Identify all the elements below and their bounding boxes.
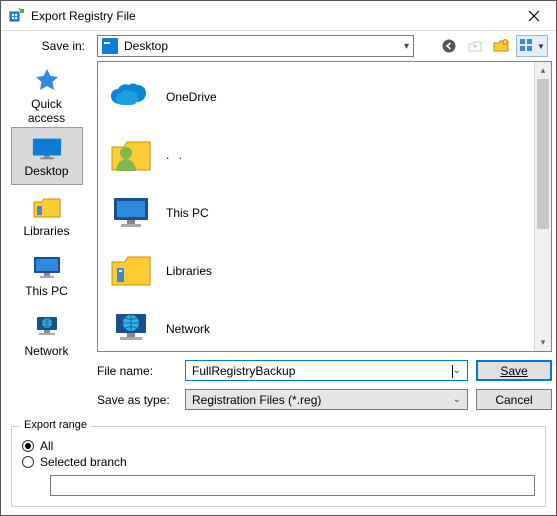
network-icon: [108, 306, 154, 352]
list-item-label: Libraries: [166, 264, 212, 278]
saveastype-value: Registration Files (*.reg): [192, 393, 321, 407]
desktop-icon: [31, 135, 63, 161]
list-item-label: . .: [166, 148, 185, 162]
toolbar: Save in: Desktop ▾ ▼: [1, 31, 556, 61]
filename-label: File name:: [97, 364, 177, 378]
filename-combo[interactable]: ⌄: [185, 360, 468, 381]
radio-selected-branch-label: Selected branch: [40, 455, 127, 469]
chevron-down-icon[interactable]: ⌄: [453, 365, 461, 376]
filename-input[interactable]: [192, 364, 452, 378]
savein-combo[interactable]: Desktop ▾: [97, 35, 414, 57]
cancel-button[interactable]: Cancel: [476, 389, 552, 410]
sidebar-item-thispc[interactable]: This PC: [11, 247, 83, 305]
saveastype-label: Save as type:: [97, 393, 177, 407]
sidebar-item-label: Network: [24, 344, 68, 358]
scrollbar[interactable]: ▴ ▾: [534, 62, 551, 351]
sidebar-item-network[interactable]: Network: [11, 307, 83, 365]
export-range-legend: Export range: [20, 419, 91, 431]
scroll-down-icon[interactable]: ▾: [535, 334, 551, 351]
sidebar-item-desktop[interactable]: Desktop: [11, 127, 83, 185]
onedrive-icon: [108, 74, 154, 120]
chevron-down-icon: ▾: [404, 41, 409, 52]
savein-label: Save in:: [1, 39, 93, 53]
regedit-icon: [9, 8, 25, 24]
thispc-icon: [31, 255, 63, 281]
libraries-icon: [31, 195, 63, 221]
back-button[interactable]: [438, 35, 460, 57]
savein-value: Desktop: [124, 39, 168, 53]
list-item-label: OneDrive: [166, 90, 217, 104]
titlebar: Export Registry File: [1, 1, 556, 31]
list-item[interactable]: This PC: [102, 184, 530, 242]
radio-icon: [22, 440, 34, 452]
close-button[interactable]: [511, 1, 556, 30]
selected-branch-input[interactable]: [50, 475, 535, 496]
thispc-icon: [108, 190, 154, 236]
chevron-down-icon[interactable]: ⌄: [453, 394, 461, 405]
radio-icon: [22, 456, 34, 468]
scroll-up-icon[interactable]: ▴: [535, 62, 551, 79]
user-folder-icon: [108, 132, 154, 178]
libraries-icon: [108, 248, 154, 294]
sidebar-item-label: Quick access: [14, 97, 80, 125]
sidebar-item-quickaccess[interactable]: Quick access: [11, 67, 83, 125]
scroll-thumb[interactable]: [537, 79, 549, 229]
radio-all-label: All: [40, 439, 53, 453]
save-button[interactable]: Save: [476, 360, 552, 381]
export-registry-dialog: Export Registry File Save in: Desktop ▾ …: [0, 0, 557, 516]
sidebar-item-label: Libraries: [23, 224, 69, 238]
list-item[interactable]: OneDrive: [102, 68, 530, 126]
up-one-level-button[interactable]: [464, 35, 486, 57]
quickaccess-icon: [31, 68, 63, 94]
network-icon: [31, 315, 63, 341]
sidebar-item-libraries[interactable]: Libraries: [11, 187, 83, 245]
window-title: Export Registry File: [31, 9, 511, 23]
radio-all[interactable]: All: [22, 439, 535, 453]
folder-icon: [102, 38, 118, 54]
sidebar-item-label: Desktop: [24, 164, 68, 178]
cancel-button-label: Cancel: [495, 393, 532, 407]
radio-selected-branch[interactable]: Selected branch: [22, 455, 535, 469]
saveastype-combo[interactable]: Registration Files (*.reg) ⌄: [185, 389, 468, 410]
list-item-label: This PC: [166, 206, 209, 220]
list-item-label: Network: [166, 322, 210, 336]
new-folder-button[interactable]: [490, 35, 512, 57]
file-list[interactable]: OneDrive . . This PC: [97, 61, 552, 352]
list-item[interactable]: Network: [102, 300, 530, 352]
list-item[interactable]: Libraries: [102, 242, 530, 300]
export-range-group: Export range All Selected branch: [11, 426, 546, 507]
save-button-label: Save: [500, 364, 527, 378]
list-item[interactable]: . .: [102, 126, 530, 184]
view-menu-button[interactable]: ▼: [516, 35, 548, 57]
places-sidebar: Quick access Desktop Libraries This PC: [1, 61, 93, 416]
sidebar-item-label: This PC: [25, 284, 68, 298]
